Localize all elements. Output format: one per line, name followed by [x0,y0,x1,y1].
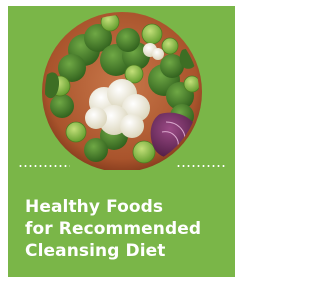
card-title-line-2: for Recommended [25,219,202,239]
card-title-line-1: Healthy Foods [25,197,164,217]
vegetables-bowl-image [32,10,212,170]
card-title-line-3: Cleansing Diet [25,241,166,261]
dotted-line-left [18,165,70,167]
card-title[interactable]: Healthy Foods for Recommended Cleansing … [25,196,230,262]
dotted-divider [18,165,226,167]
article-card[interactable]: Healthy Foods for Recommended Cleansing … [8,6,235,277]
dotted-line-right [176,165,226,167]
vegetables-bowl-illustration [42,12,202,170]
